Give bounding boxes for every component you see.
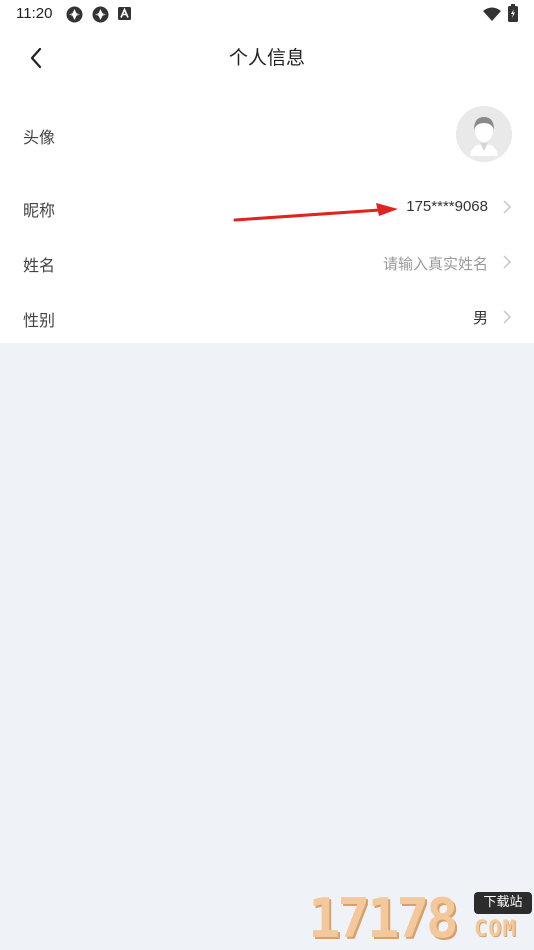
chevron-right-icon [503, 310, 511, 324]
sync-icon [66, 6, 83, 23]
gender-row[interactable]: 性别 男 [0, 290, 534, 343]
avatar-label: 头像 [23, 128, 56, 147]
gender-value: 男 [472, 309, 488, 327]
status-bar: 11:20 [0, 0, 534, 28]
font-a-icon [118, 7, 131, 20]
name-label: 姓名 [23, 256, 56, 275]
wifi-icon [483, 7, 501, 21]
nickname-label: 昵称 [23, 201, 56, 220]
watermark-suffix: COM [474, 917, 517, 942]
chevron-right-icon [503, 255, 511, 269]
watermark-badge: 下载站 [474, 892, 532, 914]
page-title: 个人信息 [228, 47, 305, 69]
avatar-row[interactable]: 头像 [0, 96, 534, 172]
avatar-placeholder-icon [456, 106, 512, 162]
watermark-logo: 17178 下载站 COM [308, 884, 534, 950]
watermark-digits: 17178 [308, 887, 459, 950]
name-row[interactable]: 姓名 请输入真实姓名 [0, 235, 534, 290]
sync-icon [92, 6, 109, 23]
nickname-value: 175****9068 [406, 198, 488, 215]
red-arrow-icon [233, 203, 398, 222]
name-input[interactable]: 请输入真实姓名 [383, 253, 488, 274]
chevron-right-icon [503, 200, 511, 214]
status-time: 11:20 [16, 5, 53, 22]
gender-label: 性别 [23, 311, 56, 330]
avatar[interactable] [456, 106, 512, 162]
battery-icon [508, 4, 518, 22]
